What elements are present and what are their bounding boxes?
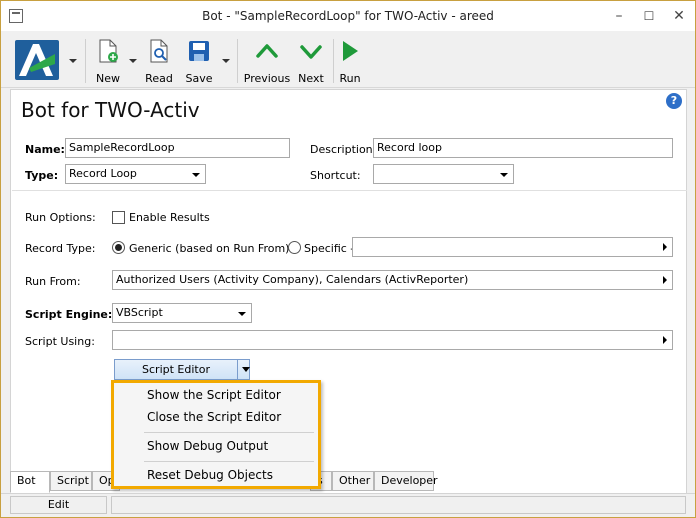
menu-item-show-script-editor[interactable]: Show the Script Editor — [147, 388, 281, 402]
status-mode: Edit — [10, 496, 107, 514]
script-editor-button[interactable]: Script Editor — [114, 359, 250, 380]
type-select[interactable]: Record Loop — [65, 164, 206, 184]
title-bar: Bot - "SampleRecordLoop" for TWO-Activ -… — [1, 1, 695, 31]
new-document-icon — [99, 39, 118, 63]
window-title: Bot - "SampleRecordLoop" for TWO-Activ -… — [202, 9, 494, 23]
next-button[interactable]: Next — [295, 37, 327, 85]
read-label: Read — [145, 72, 173, 85]
app-window: Bot - "SampleRecordLoop" for TWO-Activ -… — [0, 0, 696, 518]
description-label: Description: — [310, 143, 377, 156]
chevron-right-icon — [663, 243, 667, 251]
generic-radio-label: Generic (based on Run From) — [129, 242, 290, 255]
run-from-picker[interactable]: Authorized Users (Activity Company), Cal… — [112, 270, 673, 290]
run-button[interactable]: Run — [337, 37, 363, 85]
toolbar-separator — [333, 39, 334, 83]
name-label: Name: — [25, 143, 65, 156]
read-document-icon — [150, 39, 168, 63]
tab-other[interactable]: Other — [332, 471, 374, 491]
previous-button[interactable]: Previous — [243, 37, 291, 85]
script-editor-menu: Show the Script Editor Close the Script … — [111, 380, 321, 489]
script-using-picker[interactable] — [112, 330, 673, 350]
maximize-button[interactable]: ☐ — [635, 1, 663, 31]
toolbar-separator — [85, 39, 86, 83]
run-label: Run — [339, 72, 361, 85]
toolbar: New Read Save Previous Next Run — [1, 31, 695, 88]
menu-separator — [144, 461, 314, 462]
chevron-down-icon — [300, 45, 322, 59]
chevron-down-icon — [238, 312, 246, 316]
shortcut-label: Shortcut: — [310, 169, 361, 182]
menu-item-show-debug-output[interactable]: Show Debug Output — [147, 439, 268, 453]
app-logo[interactable] — [15, 40, 59, 80]
run-from-value: Authorized Users (Activity Company), Cal… — [116, 273, 469, 286]
new-button[interactable]: New — [91, 37, 125, 85]
type-select-value: Record Loop — [69, 167, 137, 180]
save-button[interactable]: Save — [183, 37, 215, 85]
toolbar-separator — [237, 39, 238, 83]
minimize-button[interactable]: – — [605, 1, 633, 31]
save-label: Save — [185, 72, 213, 85]
enable-results-checkbox[interactable] — [112, 211, 125, 224]
specific-record-picker[interactable] — [352, 237, 673, 257]
chevron-right-icon — [663, 336, 667, 344]
specific-radio[interactable] — [288, 241, 301, 254]
status-message — [111, 496, 686, 514]
menu-item-close-script-editor[interactable]: Close the Script Editor — [147, 410, 281, 424]
chevron-up-icon — [256, 44, 278, 58]
shortcut-select[interactable] — [373, 164, 514, 184]
split-divider — [237, 360, 238, 379]
chevron-down-icon — [192, 173, 200, 177]
generic-radio[interactable] — [112, 241, 125, 254]
type-label: Type: — [25, 169, 59, 182]
page-title: Bot for TWO-Activ — [21, 98, 200, 122]
name-input[interactable]: SampleRecordLoop — [65, 138, 290, 158]
menu-separator — [144, 432, 314, 433]
enable-results-label: Enable Results — [129, 211, 210, 224]
read-button[interactable]: Read — [141, 37, 177, 85]
new-label: New — [96, 72, 120, 85]
chevron-down-icon — [500, 173, 508, 177]
next-label: Next — [298, 72, 324, 85]
script-using-label: Script Using: — [25, 335, 95, 348]
chevron-right-icon — [663, 276, 667, 284]
previous-label: Previous — [243, 72, 291, 85]
description-input[interactable]: Record loop — [373, 138, 673, 158]
new-dropdown-arrow-icon[interactable] — [129, 59, 137, 63]
logo-dropdown-arrow-icon[interactable] — [69, 59, 77, 63]
save-dropdown-arrow-icon[interactable] — [222, 59, 230, 63]
play-icon — [343, 41, 358, 61]
help-icon[interactable]: ? — [666, 93, 682, 109]
script-engine-label: Script Engine: — [25, 308, 113, 321]
chevron-down-icon[interactable] — [242, 367, 250, 372]
close-button[interactable]: ✕ — [665, 1, 693, 31]
script-engine-value: VBScript — [116, 306, 163, 319]
section-divider — [12, 190, 687, 191]
script-editor-label: Script Editor — [142, 363, 210, 376]
activ-logo-icon — [15, 40, 59, 80]
menu-item-reset-debug-objects[interactable]: Reset Debug Objects — [147, 468, 273, 482]
tab-bot[interactable]: Bot — [10, 471, 50, 493]
save-disk-icon — [189, 41, 209, 61]
script-engine-select[interactable]: VBScript — [112, 303, 252, 323]
specific-radio-label: Specific - — [304, 242, 355, 255]
tab-script[interactable]: Script — [50, 471, 92, 491]
run-from-label: Run From: — [25, 275, 81, 288]
run-options-label: Run Options: — [25, 211, 96, 224]
tab-developer[interactable]: Developer — [374, 471, 438, 491]
record-type-label: Record Type: — [25, 242, 96, 255]
status-bar: Edit — [1, 493, 695, 517]
